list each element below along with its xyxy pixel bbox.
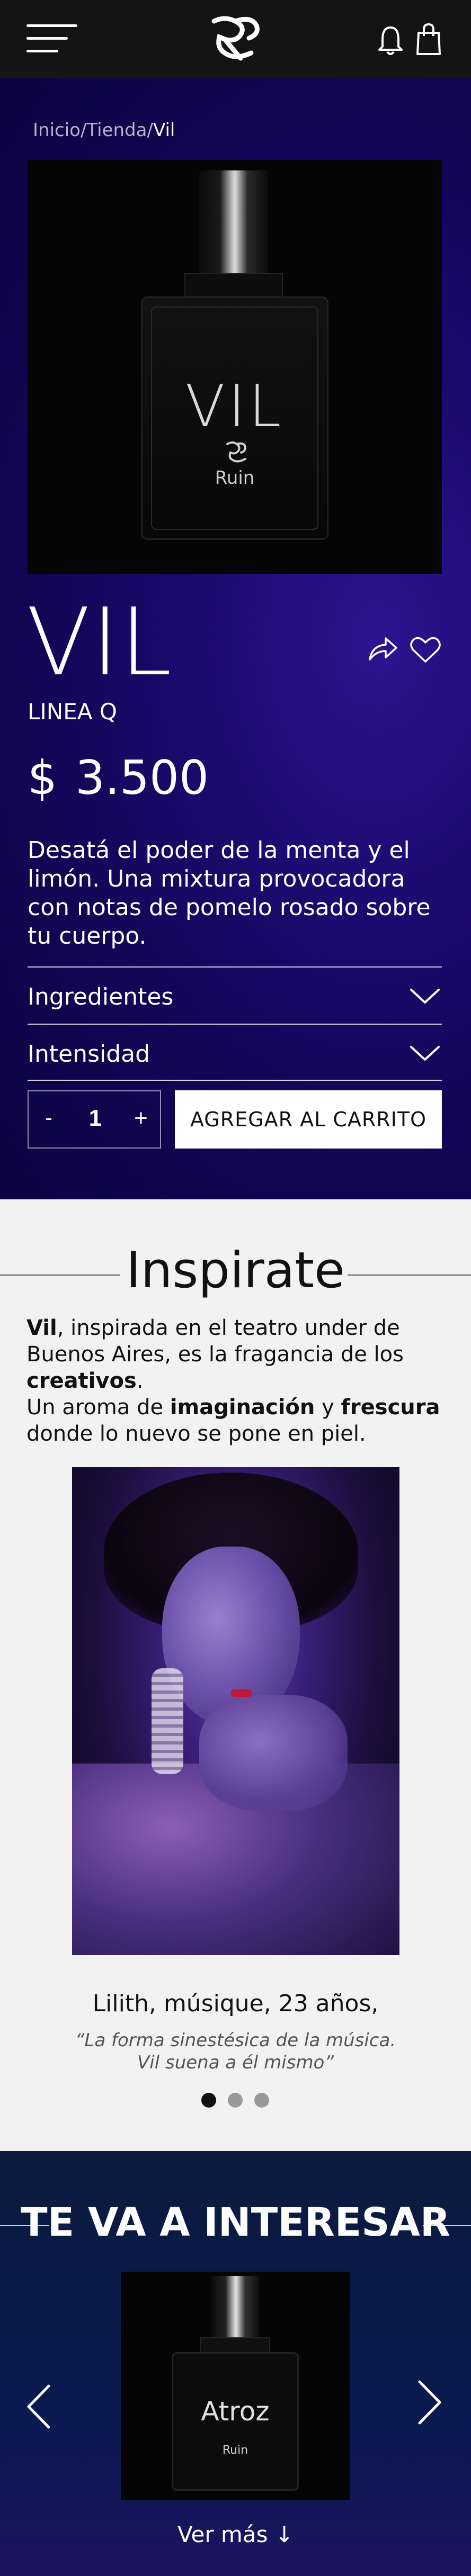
- hamburger-icon[interactable]: [26, 24, 77, 52]
- product-description: Desatá el poder de la menta y el limón. …: [28, 837, 431, 950]
- product-price: $3.500: [28, 751, 209, 805]
- decrease-quantity-button[interactable]: -: [38, 1106, 59, 1133]
- carousel-dot[interactable]: [254, 2093, 269, 2108]
- product-card-label: Atroz: [201, 2396, 270, 2427]
- inspire-title: Inspirate: [126, 1242, 345, 1299]
- chevron-right-icon[interactable]: [416, 2380, 443, 2425]
- inspire-text-part: y: [315, 1395, 341, 1420]
- chevron-down-icon: [410, 1046, 440, 1061]
- inspire-text-bold: Vil: [26, 1316, 57, 1340]
- breadcrumb-item-current: Vil: [153, 120, 175, 141]
- ruin-logo: [226, 441, 247, 463]
- inspire-text-bold: frescura: [341, 1395, 440, 1420]
- inspire-text-part: , inspirada en el teatro under de Buenos…: [26, 1316, 404, 1367]
- ruin-logo[interactable]: [203, 16, 267, 64]
- product-card[interactable]: Atroz Ruin: [121, 2272, 350, 2500]
- inspire-text: Vil, inspirada en el teatro under de Bue…: [26, 1315, 450, 1447]
- photo-hand: [199, 1695, 348, 1811]
- inspire-section: Inspirate Vil, inspirada en el teatro un…: [0, 1199, 471, 2151]
- inspire-text-bold: creativos: [26, 1369, 137, 1393]
- carousel-dot[interactable]: [228, 2093, 243, 2108]
- accordion-ingredients[interactable]: Ingredientes: [28, 966, 442, 1024]
- chevron-left-icon[interactable]: [25, 2384, 52, 2429]
- quantity-value[interactable]: 1: [79, 1105, 111, 1132]
- photo-earring: [152, 1668, 183, 1774]
- bottle-cap: [199, 170, 268, 276]
- photo-lips: [231, 1689, 252, 1697]
- bottle-brand: Ruin: [215, 467, 255, 489]
- product-hero: Inicio/Tienda/Vil VIL Ruin VIL LINEA Q $…: [0, 78, 471, 1199]
- arrow-down-icon: ↓: [274, 2521, 294, 2547]
- inspire-text-part: Un aroma de: [26, 1395, 170, 1420]
- breadcrumb-separator: /: [80, 120, 87, 141]
- see-more-link[interactable]: Ver más ↓: [0, 2521, 471, 2547]
- bottle-neck: [184, 273, 283, 297]
- breadcrumb-separator: /: [147, 120, 153, 141]
- person-name: Lilith, músique, 23 años,: [92, 1990, 379, 2017]
- breadcrumb: Inicio/Tienda/Vil: [33, 120, 175, 141]
- bottle-label: VIL: [185, 372, 285, 440]
- quote-line: “La forma sinestésica de la música.: [75, 2030, 396, 2051]
- accordion-label: Intensidad: [28, 1041, 150, 1068]
- see-more-label: Ver más: [177, 2521, 268, 2547]
- product-line: LINEA Q: [28, 699, 117, 725]
- bottle-neck: [200, 2337, 270, 2353]
- shopping-bag-icon[interactable]: [415, 23, 442, 56]
- inspiration-photo: [72, 1467, 399, 1955]
- recommendations-title: TE VA A INTERESAR: [21, 2200, 450, 2245]
- bottle-body: Atroz Ruin: [172, 2352, 299, 2491]
- product-image: VIL Ruin: [28, 160, 442, 574]
- site-header: [0, 0, 471, 78]
- share-icon[interactable]: [368, 636, 397, 662]
- add-to-cart-button[interactable]: AGREGAR AL CARRITO: [175, 1090, 442, 1149]
- bell-icon[interactable]: [378, 24, 403, 56]
- quantity-stepper: - 1 +: [28, 1090, 161, 1149]
- inspire-text-part: .: [136, 1369, 144, 1393]
- carousel-dots: [196, 2093, 276, 2109]
- breadcrumb-item-home[interactable]: Inicio: [33, 120, 81, 141]
- product-name: VIL: [26, 588, 173, 697]
- quote-line: Vil suena a él mismo”: [137, 2052, 334, 2073]
- recommendations-section: TE VA A INTERESAR Atroz Ruin Ver más ↓: [0, 2151, 471, 2576]
- inspire-text-part: donde lo nuevo se pone en piel.: [26, 1422, 366, 1446]
- price-currency: $: [28, 751, 57, 805]
- accordion-label: Ingredientes: [28, 983, 174, 1010]
- product-card-brand: Ruin: [222, 2444, 248, 2457]
- bottle-cap: [211, 2276, 260, 2338]
- heart-icon[interactable]: [410, 636, 441, 664]
- person-quote: “La forma sinestésica de la música. Vil …: [0, 2029, 471, 2074]
- price-value: 3.500: [75, 751, 209, 805]
- chevron-down-icon: [410, 989, 440, 1004]
- inspire-text-bold: imaginación: [170, 1395, 315, 1420]
- bottle-body: VIL Ruin: [141, 296, 328, 540]
- carousel-dot-active[interactable]: [201, 2093, 216, 2108]
- accordion-intensity[interactable]: Intensidad: [28, 1024, 442, 1081]
- increase-quantity-button[interactable]: +: [130, 1105, 152, 1132]
- breadcrumb-item-shop[interactable]: Tienda: [86, 120, 147, 141]
